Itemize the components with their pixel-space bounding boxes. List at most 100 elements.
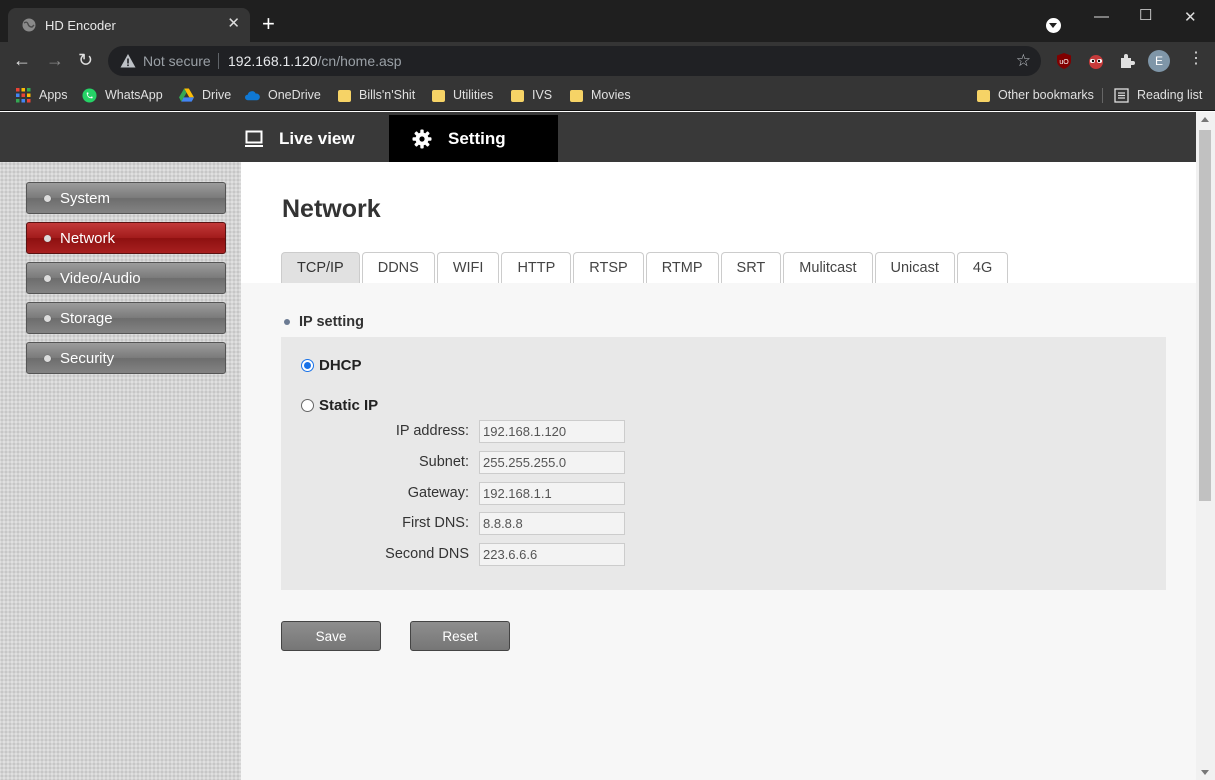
sidebar-item-label: Network xyxy=(60,229,116,247)
tab-multicast[interactable]: Mulitcast xyxy=(783,252,873,283)
section-title-label: IP setting xyxy=(299,314,364,330)
bullet-icon xyxy=(44,314,51,322)
dhcp-option[interactable]: DHCP xyxy=(301,357,362,374)
tab-rtsp[interactable]: RTSP xyxy=(573,252,644,283)
warning-icon xyxy=(120,54,136,68)
bookmark-folder-utilities[interactable]: Utilities xyxy=(432,86,493,104)
bookmark-label: Drive xyxy=(202,88,232,102)
bookmark-star-icon[interactable]: ☆ xyxy=(1016,51,1031,71)
bookmark-drive[interactable]: Drive xyxy=(179,86,231,104)
reload-icon[interactable]: ↻ xyxy=(78,50,93,70)
reset-button[interactable]: Reset xyxy=(410,621,510,651)
tab-4g[interactable]: 4G xyxy=(956,252,1009,283)
bullet-icon xyxy=(284,319,290,325)
ublock-icon[interactable]: uO xyxy=(1055,52,1073,70)
reading-list-label: Reading list xyxy=(1137,88,1203,102)
top-navigation: Live view Setting xyxy=(0,112,1196,162)
scroll-up-icon[interactable] xyxy=(1201,117,1209,122)
nav-live-view[interactable]: Live view xyxy=(245,115,355,162)
bookmark-label: WhatsApp xyxy=(105,88,163,102)
tab-http[interactable]: HTTP xyxy=(501,252,572,283)
browser-tab[interactable]: HD Encoder ✕ xyxy=(8,8,250,42)
folder-icon xyxy=(338,90,351,102)
nav-setting[interactable]: Setting xyxy=(389,115,558,162)
other-bookmarks[interactable]: Other bookmarks xyxy=(977,86,1094,104)
close-window-icon[interactable]: ✕ xyxy=(1184,8,1197,26)
tab-wifi[interactable]: WIFI xyxy=(436,252,500,283)
minimize-icon[interactable]: — xyxy=(1094,8,1109,25)
settings-content: Network TCP/IP DDNS WIFI HTTP RTSP RTMP … xyxy=(241,162,1196,780)
scroll-down-icon[interactable] xyxy=(1201,770,1209,775)
extensions-puzzle-icon[interactable] xyxy=(1118,52,1136,70)
save-button[interactable]: Save xyxy=(281,621,381,651)
bookmark-folder-bills[interactable]: Bills'n'Shit xyxy=(338,86,415,104)
reading-list[interactable]: Reading list xyxy=(1114,86,1202,104)
bookmark-label: IVS xyxy=(532,88,553,102)
bookmark-label: Utilities xyxy=(453,88,494,102)
tab-search-icon[interactable] xyxy=(1046,18,1061,33)
new-tab-button[interactable]: + xyxy=(262,13,275,35)
url-text[interactable]: 192.168.1.120/cn/home.asp xyxy=(228,53,402,69)
scrollbar-thumb[interactable] xyxy=(1199,130,1211,501)
bookmark-label: Apps xyxy=(39,88,68,102)
gear-icon xyxy=(412,129,432,148)
bookmark-folder-movies[interactable]: Movies xyxy=(570,86,631,104)
settings-sidebar: System Network Video/Audio Storage Secur… xyxy=(0,162,241,780)
ip-setting-panel: DHCP Static IP IP address: Subnet: Gatew… xyxy=(281,337,1166,590)
sidebar-item-storage[interactable]: Storage xyxy=(26,302,226,334)
content-header: Network TCP/IP DDNS WIFI HTTP RTSP RTMP … xyxy=(241,162,1196,283)
first-dns-field[interactable] xyxy=(479,512,625,535)
sidebar-item-network[interactable]: Network xyxy=(26,222,226,254)
back-icon[interactable]: ← xyxy=(13,50,31,70)
folder-icon xyxy=(570,90,583,102)
bookmark-whatsapp[interactable]: WhatsApp xyxy=(82,86,163,104)
second-dns-label: Second DNS xyxy=(385,546,469,562)
gateway-row: Gateway: xyxy=(281,482,681,506)
sidebar-item-label: Security xyxy=(60,349,115,367)
menu-dots-icon[interactable]: ⋮ xyxy=(1188,51,1204,67)
static-ip-radio[interactable] xyxy=(301,399,314,412)
svg-text:uO: uO xyxy=(1059,59,1069,66)
tab-tcp-ip[interactable]: TCP/IP xyxy=(281,252,360,283)
static-ip-option[interactable]: Static IP xyxy=(301,397,378,414)
sidebar-item-system[interactable]: System xyxy=(26,182,226,214)
reading-list-icon xyxy=(1114,87,1129,103)
tab-ddns[interactable]: DDNS xyxy=(361,252,435,283)
bullet-icon xyxy=(44,194,51,202)
sidebar-item-security[interactable]: Security xyxy=(26,342,226,374)
ip-address-label: IP address: xyxy=(395,423,469,439)
bookmark-folder-ivs[interactable]: IVS xyxy=(511,86,552,104)
maximize-icon[interactable]: ☐ xyxy=(1139,6,1152,24)
folder-icon xyxy=(977,90,990,102)
bookmark-onedrive[interactable]: OneDrive xyxy=(245,86,321,104)
spy-extension-icon[interactable] xyxy=(1087,52,1105,70)
network-tabs: TCP/IP DDNS WIFI HTTP RTSP RTMP SRT Muli… xyxy=(281,252,1010,283)
bookmarks-bar: Apps WhatsApp Drive OneDrive Bills'n'Shi… xyxy=(0,80,1215,111)
ip-address-field[interactable] xyxy=(479,420,625,443)
folder-icon xyxy=(511,90,524,102)
page-scrollbar[interactable] xyxy=(1196,112,1215,780)
google-drive-icon xyxy=(179,87,194,102)
not-secure-label[interactable]: Not secure xyxy=(143,53,211,69)
gateway-label: Gateway: xyxy=(407,485,469,501)
close-tab-icon[interactable]: ✕ xyxy=(227,16,240,31)
url-host: 192.168.1.120 xyxy=(228,53,318,69)
tab-unicast[interactable]: Unicast xyxy=(874,252,955,283)
gateway-field[interactable] xyxy=(479,482,625,505)
sidebar-item-video-audio[interactable]: Video/Audio xyxy=(26,262,226,294)
browser-toolbar: ← → ↻ Not secure 192.168.1.120/cn/home.a… xyxy=(0,42,1215,80)
subnet-label: Subnet: xyxy=(419,454,469,470)
bookmark-apps[interactable]: Apps xyxy=(16,86,68,104)
subnet-row: Subnet: xyxy=(281,451,681,475)
second-dns-field[interactable] xyxy=(479,543,625,566)
subnet-field[interactable] xyxy=(479,451,625,474)
web-page: Live view Setting System Network Video/A… xyxy=(0,112,1196,780)
tab-srt[interactable]: SRT xyxy=(720,252,782,283)
bullet-icon xyxy=(44,274,51,282)
forward-icon[interactable]: → xyxy=(46,50,64,70)
address-bar[interactable]: Not secure 192.168.1.120/cn/home.asp ☆ xyxy=(108,46,1041,76)
dhcp-radio[interactable] xyxy=(301,359,314,372)
onedrive-cloud-icon xyxy=(245,90,260,100)
tab-rtmp[interactable]: RTMP xyxy=(645,252,719,283)
profile-avatar[interactable]: E xyxy=(1148,50,1170,72)
